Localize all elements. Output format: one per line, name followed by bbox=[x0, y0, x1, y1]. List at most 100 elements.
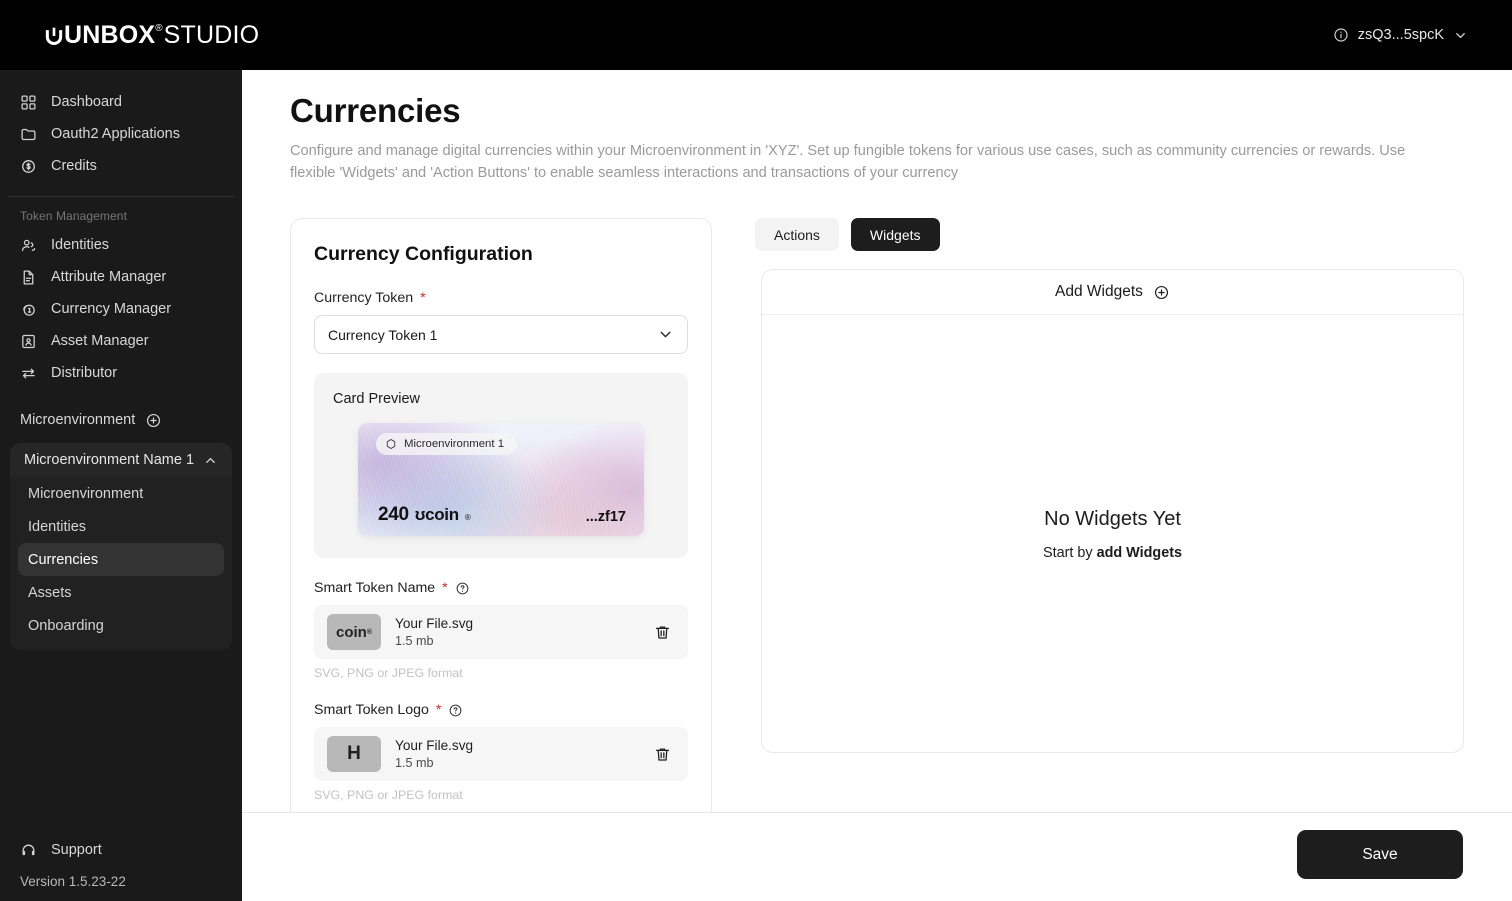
sidebar-item-label: Credits bbox=[51, 158, 97, 174]
sidebar-item-asset-manager[interactable]: Asset Manager bbox=[10, 325, 232, 357]
tab-actions[interactable]: Actions bbox=[755, 218, 839, 251]
card-amount-unit: ʊcoin bbox=[414, 505, 459, 524]
required-asterisk: * bbox=[435, 702, 442, 718]
folder-icon bbox=[20, 126, 37, 143]
thumbnail-mark: ® bbox=[366, 628, 372, 636]
sidebar-subitem-currencies[interactable]: Currencies bbox=[18, 543, 224, 576]
delete-smart-token-name-button[interactable] bbox=[653, 623, 672, 642]
chevron-down-icon[interactable] bbox=[657, 326, 674, 343]
document-icon bbox=[20, 269, 37, 286]
chevron-up-icon[interactable] bbox=[203, 453, 218, 468]
sidebar-item-label: Identities bbox=[51, 237, 110, 253]
file-name: Your File.svg bbox=[395, 616, 474, 631]
smart-token-logo-label-text: Smart Token Logo bbox=[314, 702, 429, 718]
file-size: 1.5 mb bbox=[395, 634, 434, 648]
sidebar-token-nav: Identities Attribute Manager Currency Ma… bbox=[0, 229, 242, 389]
info-circle-icon bbox=[1333, 27, 1349, 43]
sidebar-item-currency-manager[interactable]: Currency Manager bbox=[10, 293, 232, 325]
sidebar-item-label: Distributor bbox=[51, 365, 118, 381]
currency-card-preview: Microenvironment 1 240 ʊcoin ® ...zf17 bbox=[358, 423, 644, 536]
question-circle-icon[interactable] bbox=[448, 703, 463, 718]
users-icon bbox=[20, 237, 37, 254]
smart-token-name-thumbnail: coin ® bbox=[327, 614, 381, 650]
empty-state-subtitle-action[interactable]: add Widgets bbox=[1097, 545, 1182, 561]
u-mark-icon bbox=[45, 27, 63, 45]
card-preview-title: Card Preview bbox=[333, 391, 421, 407]
sidebar-footer: Support Version 1.5.23-22 bbox=[0, 836, 242, 901]
card-id-suffix: ...zf17 bbox=[585, 509, 626, 525]
smart-token-name-hint: SVG, PNG or JPEG format bbox=[314, 666, 463, 680]
add-widgets-label: Add Widgets bbox=[1055, 283, 1143, 300]
sidebar: Dashboard Oauth2 Applications Credits To… bbox=[0, 70, 242, 901]
file-size: 1.5 mb bbox=[395, 756, 434, 770]
chevron-down-icon[interactable] bbox=[1453, 28, 1468, 43]
card-amount: 240 ʊcoin ® bbox=[378, 504, 471, 526]
sidebar-subitem-microenvironment[interactable]: Microenvironment bbox=[18, 477, 224, 510]
sidebar-item-oauth2-applications[interactable]: Oauth2 Applications bbox=[10, 118, 232, 150]
empty-state-title: No Widgets Yet bbox=[1044, 507, 1181, 530]
sidebar-item-distributor[interactable]: Distributor bbox=[10, 357, 232, 389]
logo-light-label: STUDIO bbox=[163, 20, 260, 49]
sidebar-item-identities[interactable]: Identities bbox=[10, 229, 232, 261]
sidebar-subitem-label: Currencies bbox=[28, 551, 99, 568]
smart-token-name-label-text: Smart Token Name bbox=[314, 580, 436, 596]
microenvironment-group-label: Microenvironment Name 1 bbox=[24, 452, 195, 468]
smart-token-logo-thumbnail: H bbox=[327, 736, 381, 772]
microenvironment-group-toggle[interactable]: Microenvironment Name 1 bbox=[10, 443, 232, 477]
sidebar-item-attribute-manager[interactable]: Attribute Manager bbox=[10, 261, 232, 293]
sidebar-subitem-label: Microenvironment bbox=[28, 485, 144, 502]
sidebar-item-dashboard[interactable]: Dashboard bbox=[10, 86, 232, 118]
logo-bold-label: UNBOX bbox=[64, 20, 156, 49]
smart-token-logo-file-meta: Your File.svg 1.5 mb bbox=[395, 738, 639, 770]
card-badge-label: Microenvironment 1 bbox=[404, 438, 505, 450]
sidebar-item-label: Dashboard bbox=[51, 94, 122, 110]
required-asterisk: * bbox=[420, 290, 426, 306]
sidebar-subitem-onboarding[interactable]: Onboarding bbox=[18, 609, 224, 642]
app-logo[interactable]: UNBOX ® STUDIO bbox=[44, 20, 260, 49]
sidebar-subitem-label: Identities bbox=[28, 518, 87, 535]
sidebar-section-label: Token Management bbox=[20, 209, 127, 223]
widgets-empty-state: No Widgets Yet Start by add Widgets bbox=[762, 315, 1463, 753]
currency-token-select[interactable]: Currency Token 1 bbox=[314, 315, 688, 354]
footer-divider bbox=[242, 812, 1512, 813]
app-root: UNBOX ® STUDIO zsQ3...5spcK Dashboard Oa… bbox=[0, 0, 1512, 901]
microenvironment-header-label: Microenvironment bbox=[20, 412, 136, 428]
support-link[interactable]: Support bbox=[0, 836, 242, 864]
add-widgets-button[interactable]: Add Widgets bbox=[762, 270, 1463, 315]
currency-configuration-card: Currency Configuration Currency Token * C… bbox=[290, 218, 712, 901]
smart-token-logo-file-row: H Your File.svg 1.5 mb bbox=[314, 727, 688, 781]
dollar-circle-icon bbox=[20, 158, 37, 175]
question-circle-icon[interactable] bbox=[455, 581, 470, 596]
currency-configuration-title: Currency Configuration bbox=[314, 243, 533, 265]
smart-token-name-label: Smart Token Name * bbox=[314, 580, 688, 596]
plus-circle-icon[interactable] bbox=[145, 412, 162, 429]
trash-icon[interactable] bbox=[653, 745, 672, 764]
page-description: Configure and manage digital currencies … bbox=[290, 143, 1406, 181]
sidebar-subitem-label: Assets bbox=[28, 584, 72, 601]
thumbnail-text: coin bbox=[335, 623, 367, 641]
save-button[interactable]: Save bbox=[1297, 830, 1463, 879]
plus-circle-icon[interactable] bbox=[1153, 284, 1170, 301]
tab-widgets[interactable]: Widgets bbox=[850, 218, 940, 251]
panel-tabs: Actions Widgets bbox=[755, 218, 940, 251]
sidebar-subitem-assets[interactable]: Assets bbox=[18, 576, 224, 609]
user-account-label: zsQ3...5spcK bbox=[1357, 27, 1444, 43]
widgets-panel: Add Widgets No Widgets Yet Start by add … bbox=[761, 269, 1464, 753]
trash-icon[interactable] bbox=[653, 623, 672, 642]
hexagon-icon bbox=[385, 438, 397, 450]
sidebar-item-label: Oauth2 Applications bbox=[51, 126, 180, 142]
headset-icon bbox=[20, 842, 37, 859]
grid-icon bbox=[20, 94, 37, 111]
user-account-menu[interactable]: zsQ3...5spcK bbox=[1333, 20, 1468, 50]
microenvironment-header: Microenvironment bbox=[0, 405, 242, 435]
main-content: Currencies Configure and manage digital … bbox=[242, 70, 1512, 901]
logo-bold-text: UNBOX bbox=[44, 20, 156, 49]
smart-token-logo-hint: SVG, PNG or JPEG format bbox=[314, 788, 463, 802]
coin-circle-icon bbox=[20, 301, 37, 318]
delete-smart-token-logo-button[interactable] bbox=[653, 745, 672, 764]
card-amount-unit-mark: ® bbox=[464, 513, 471, 522]
sidebar-subitem-identities[interactable]: Identities bbox=[18, 510, 224, 543]
sidebar-item-credits[interactable]: Credits bbox=[10, 150, 232, 182]
smart-token-name-file-meta: Your File.svg 1.5 mb bbox=[395, 616, 639, 648]
logo-registered-mark: ® bbox=[155, 22, 163, 34]
